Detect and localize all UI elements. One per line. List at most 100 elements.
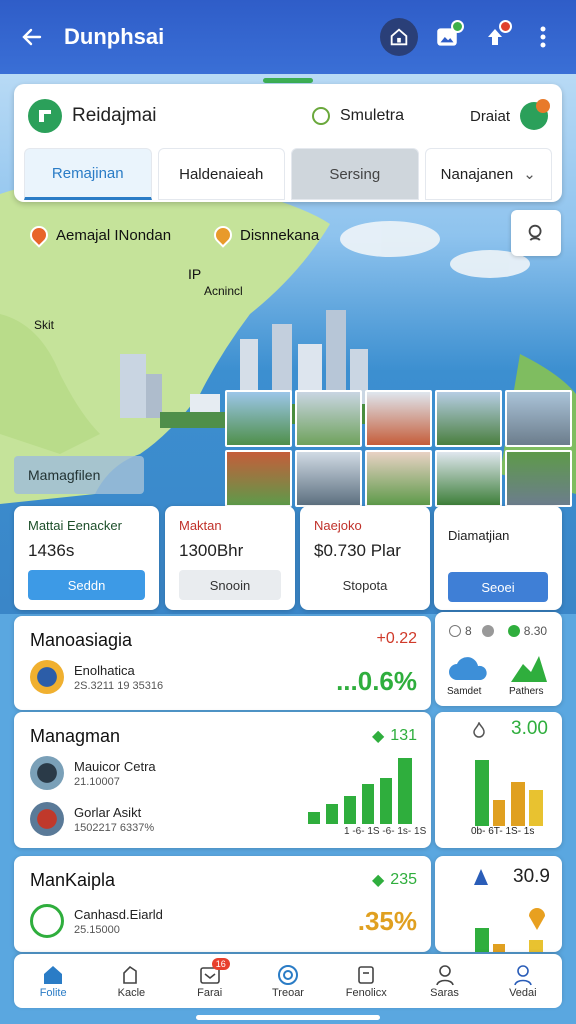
panel-title: Managman xyxy=(30,726,121,746)
cloud-icon xyxy=(449,657,487,680)
tab-remajinan[interactable]: Remajinan xyxy=(24,148,152,200)
tab-haldenaieah[interactable]: Haldenaieah xyxy=(157,148,285,200)
bottom-navigation: Folite Kacle 16 Farai Treoar Fenolicx Sa… xyxy=(14,954,562,1008)
stat-label: Maktan xyxy=(179,518,222,533)
tab-bar: Remajinan Haldenaieah Sersing Nanajanen ⌄ xyxy=(14,148,562,200)
back-button[interactable] xyxy=(14,19,50,55)
home-badge-button[interactable] xyxy=(380,18,418,56)
drop-icon xyxy=(474,869,488,885)
document-icon xyxy=(358,966,375,984)
house-icon xyxy=(390,28,408,46)
percent-value: ...0.6% xyxy=(336,666,417,696)
map-label-ip: IP xyxy=(188,266,202,282)
list-panel-3: ManKaipla ◆ 235 Canhasd.Eiarld 25.15000 .3… xyxy=(14,856,431,952)
stat-value: 1436s xyxy=(28,541,75,560)
upload-button[interactable] xyxy=(476,18,514,56)
map-layer-chip[interactable]: Mamagfilen xyxy=(14,456,144,494)
list-panel-1: Manoasiagia +0.22 Enolhatica 2S.3211 19 3… xyxy=(14,616,431,710)
map-search-button[interactable] xyxy=(511,210,561,256)
stat-action-button[interactable]: Seddn xyxy=(28,570,145,600)
trend-up-icon: ◆ xyxy=(371,728,385,745)
photo-thumb[interactable] xyxy=(435,390,502,447)
side-toggles[interactable]: 8 8.30 xyxy=(449,624,547,638)
gallery-button[interactable] xyxy=(428,18,466,56)
stat-action-button[interactable]: Stopota xyxy=(314,570,416,600)
bar-chart xyxy=(475,760,543,826)
panel-change: +0.22 xyxy=(376,630,417,647)
stat-card-3: Naejoko $0.730 Plar Stopota xyxy=(300,506,430,610)
stat-card-4: Diamatjian Seoei xyxy=(434,506,562,610)
nav-item-saras[interactable]: Saras xyxy=(405,954,483,1008)
target-icon xyxy=(277,965,298,985)
map-pin-icon xyxy=(210,222,236,248)
home-indicator xyxy=(196,1015,380,1020)
stat-action-button[interactable]: Snooin xyxy=(179,570,281,600)
map-pin-icon xyxy=(26,222,52,248)
tab-nanajanen[interactable]: Nanajanen ⌄ xyxy=(424,148,552,200)
radio-icon xyxy=(507,625,520,637)
nav-item-treoar[interactable]: Treoar xyxy=(249,954,327,1008)
avatar xyxy=(30,756,64,790)
panel-title: Manoasiagia xyxy=(30,630,133,650)
stat-label: Diamatjian xyxy=(448,528,510,543)
stat-value: 1300Bhr xyxy=(179,541,244,560)
profile-dropdown-label[interactable]: Draiat xyxy=(470,108,510,125)
more-menu-button[interactable] xyxy=(524,18,562,56)
avatar xyxy=(30,802,64,836)
list-item[interactable]: Enolhatica 2S.3211 19 35316 xyxy=(30,660,163,694)
bar-chart xyxy=(475,928,543,952)
photo-thumb[interactable] xyxy=(505,390,572,447)
list-item[interactable]: Mauicor Cetra 21.10007 xyxy=(30,756,156,790)
list-item[interactable]: Gorlar Asikt 1502217 6337% xyxy=(30,802,154,836)
mountain-icon xyxy=(511,656,547,682)
stat-card-2: Maktan 1300Bhr Snooin xyxy=(165,506,295,610)
chevron-down-icon: ⌄ xyxy=(523,166,536,183)
map-label-skit: Skit xyxy=(34,318,55,332)
radio-icon xyxy=(449,625,461,637)
side-card-weather: 8 8.30 Samdet Pathers xyxy=(435,612,562,706)
side-card-chart: 3.00 0b- 6T- 1S- 1s xyxy=(435,712,562,848)
brand-name: Reidajmai xyxy=(72,105,157,126)
map-pin-aemajal[interactable]: Aemajal INondan xyxy=(26,222,171,248)
tab-sersing[interactable]: Sersing xyxy=(291,148,419,200)
photo-thumb[interactable] xyxy=(505,450,572,507)
panel-title: ManKaipla xyxy=(30,870,116,890)
stat-action-button[interactable]: Seoei xyxy=(448,572,548,602)
stat-label: Naejoko xyxy=(314,518,362,533)
side-value: 3.00 xyxy=(511,718,548,739)
drag-handle[interactable] xyxy=(263,78,313,83)
photo-thumb[interactable] xyxy=(365,390,432,447)
more-vertical-icon xyxy=(540,26,546,48)
header-card: Reidajmai Smuletra Draiat Remajinan Hald… xyxy=(14,84,562,202)
app-bar: Dunphsai xyxy=(0,0,576,74)
map-pin-disnnekana[interactable]: Disnnekana xyxy=(210,222,319,248)
map-label-acnincl: Acnincl xyxy=(204,284,243,298)
nav-item-farai[interactable]: 16 Farai xyxy=(171,954,249,1008)
stat-value: $0.730 Plar xyxy=(314,541,401,560)
avatar[interactable] xyxy=(520,99,550,130)
trend-up-icon: ◆ xyxy=(371,872,385,889)
photo-thumb[interactable] xyxy=(225,450,292,507)
photo-thumb[interactable] xyxy=(365,450,432,507)
nav-item-kacle[interactable]: Kacle xyxy=(92,954,170,1008)
radio-icon xyxy=(481,625,494,637)
search-icon xyxy=(528,224,542,241)
bar-chart xyxy=(308,758,412,824)
photo-thumb[interactable] xyxy=(295,390,362,447)
photo-thumb[interactable] xyxy=(225,390,292,447)
avatar xyxy=(30,904,64,938)
home-icon xyxy=(44,966,63,984)
panel-change: ◆ 131 xyxy=(371,727,417,745)
photo-thumb[interactable] xyxy=(295,450,362,507)
side-card-stat: 30.9 xyxy=(435,856,562,952)
simulation-toggle[interactable]: Smuletra xyxy=(312,107,462,125)
panel-change: ◆ 235 xyxy=(371,871,417,889)
photo-thumb[interactable] xyxy=(435,450,502,507)
nav-item-vedai[interactable]: Vedai xyxy=(484,954,562,1008)
nav-item-fenolicx[interactable]: Fenolicx xyxy=(327,954,405,1008)
list-item[interactable]: Canhasd.Eiarld 25.15000 xyxy=(30,904,163,938)
stat-card-1: Mattai Eenacker 1436s Seddn xyxy=(14,506,159,610)
list-panel-2: Managman ◆ 131 Mauicor Cetra 21.10007 Gorl… xyxy=(14,712,431,848)
nav-item-folite[interactable]: Folite xyxy=(14,954,92,1008)
chart-axis-labels: 1 -6- 1S -6- 1s- 1S xyxy=(344,826,427,837)
